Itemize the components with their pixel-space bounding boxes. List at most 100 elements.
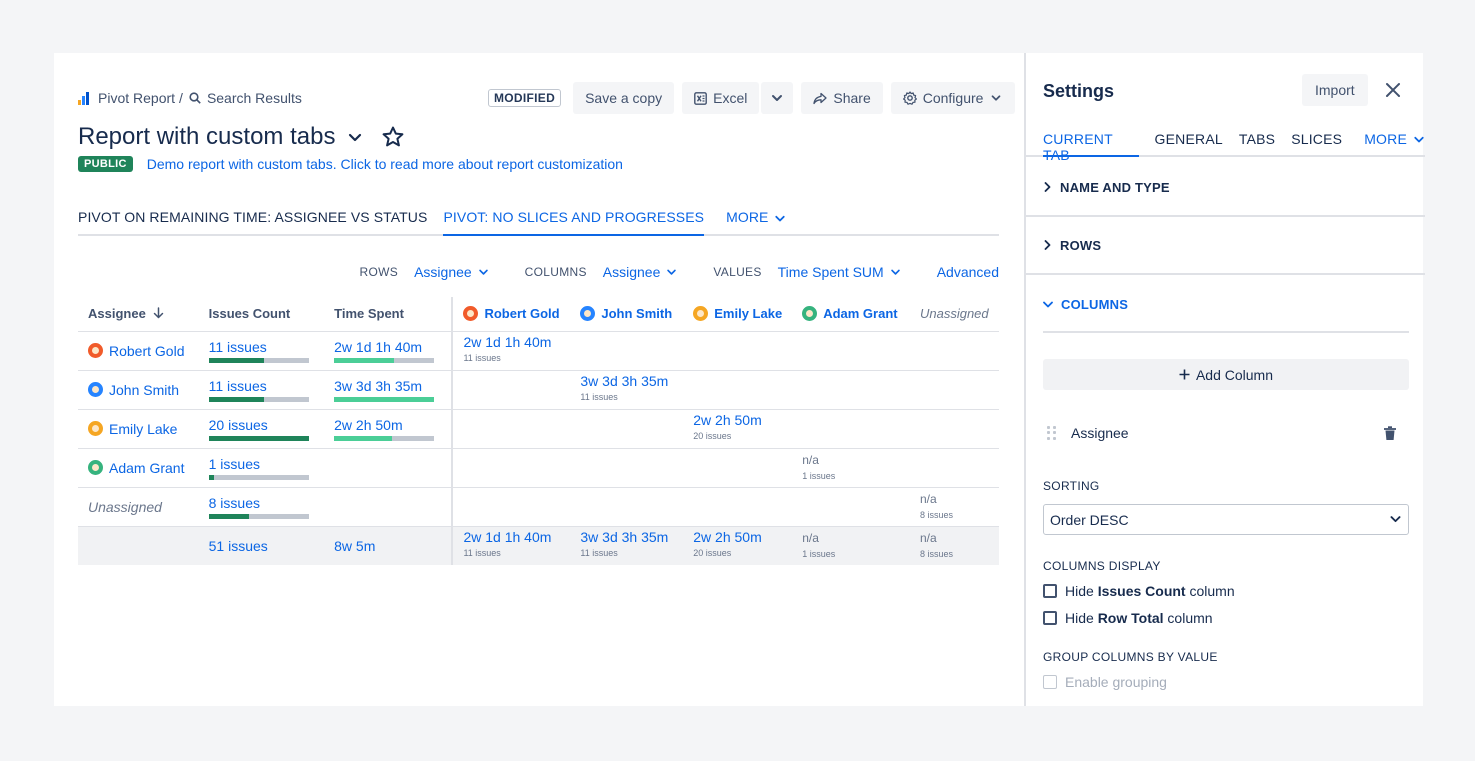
- time-spent-column-header[interactable]: Time Spent: [324, 297, 454, 332]
- row-header-cell[interactable]: John Smith: [78, 370, 199, 410]
- time-spent-link[interactable]: 3w 3d 3h 35m: [334, 378, 422, 394]
- cell-value: 2w 2h 50m: [693, 529, 762, 546]
- columns-config-select[interactable]: Assignee: [603, 264, 678, 280]
- enable-grouping-checkbox[interactable]: Enable grouping: [1043, 674, 1167, 690]
- hide-row-total-checkbox[interactable]: Hide Row Total column: [1043, 610, 1213, 626]
- progress-fill: [334, 435, 393, 441]
- total-value-cell[interactable]: 3w 3d 3h 35m 11 issues: [570, 526, 684, 565]
- save-copy-button[interactable]: Save a copy: [573, 82, 675, 114]
- pivot-table: Assignee Issues Count Time Spent Robert …: [78, 297, 999, 565]
- tab-general[interactable]: GENERAL: [1155, 131, 1223, 157]
- column-header-unassigned[interactable]: Unassigned: [909, 297, 999, 332]
- row-name: Adam Grant: [109, 459, 185, 476]
- empty-cell: [452, 487, 571, 527]
- trash-icon[interactable]: [1383, 425, 1397, 441]
- value-cell[interactable]: n/a 1 issues: [792, 448, 910, 488]
- breadcrumb-root[interactable]: Pivot Report: [98, 90, 175, 106]
- column-header-label: Emily Lake: [714, 306, 783, 322]
- issues-progress-bar: [208, 396, 309, 402]
- value-cell[interactable]: 3w 3d 3h 35m 11 issues: [570, 370, 684, 410]
- issues-count-column-header[interactable]: Issues Count: [198, 297, 325, 332]
- checkbox-box[interactable]: [1043, 675, 1057, 689]
- time-spent-link[interactable]: 2w 1d 1h 40m: [334, 339, 422, 355]
- tab-tabs[interactable]: TABS: [1239, 131, 1275, 157]
- settings-title: Settings: [1043, 81, 1115, 101]
- drag-handle-icon[interactable]: [1047, 426, 1057, 440]
- tab-current-tab[interactable]: CURRENT TAB: [1043, 131, 1139, 163]
- total-value-cell[interactable]: 2w 2h 50m 20 issues: [683, 526, 793, 565]
- excel-dropdown-button[interactable]: [761, 82, 794, 114]
- column-item-assignee: Assignee: [1043, 421, 1409, 445]
- share-button[interactable]: Share: [801, 82, 883, 114]
- total-value-cell[interactable]: n/a 8 issues: [909, 526, 999, 565]
- total-label-cell: [78, 526, 199, 565]
- issues-count-link[interactable]: 1 issues: [209, 456, 260, 472]
- section-rows[interactable]: ROWS: [1026, 217, 1425, 275]
- values-config-label: VALUES: [713, 265, 762, 279]
- row-name: Robert Gold: [109, 342, 185, 359]
- total-time-link[interactable]: 8w 5m: [334, 538, 375, 554]
- empty-cell: [452, 370, 571, 410]
- cell-count: 8 issues: [919, 509, 954, 520]
- empty-cell: [570, 448, 684, 488]
- table-row: Emily Lake 20 issues 2w 2h 50m 2w 2h 50m…: [78, 409, 999, 449]
- hide-issues-count-checkbox[interactable]: Hide Issues Count column: [1043, 583, 1235, 599]
- configure-label: Configure: [922, 90, 984, 106]
- section-columns[interactable]: COLUMNS: [1026, 275, 1425, 333]
- tab-remaining-time[interactable]: PIVOT ON REMAINING TIME: ASSIGNEE VS STA…: [78, 206, 427, 236]
- column-header-robert-gold[interactable]: Robert Gold: [452, 297, 571, 332]
- plus-icon: [1179, 369, 1190, 380]
- total-value-cell[interactable]: 2w 1d 1h 40m 11 issues: [452, 526, 571, 565]
- row-header-cell[interactable]: Robert Gold: [78, 331, 199, 371]
- issues-count-link[interactable]: 20 issues: [209, 417, 268, 433]
- assignee-column-header[interactable]: Assignee: [78, 297, 199, 332]
- excel-button[interactable]: Excel: [682, 82, 760, 114]
- row-header-cell[interactable]: Unassigned: [78, 487, 199, 527]
- cell-value: 2w 1d 1h 40m: [463, 334, 552, 350]
- column-header-john-smith[interactable]: John Smith: [570, 297, 684, 332]
- rows-config-select[interactable]: Assignee: [414, 264, 489, 280]
- issues-count-link[interactable]: 8 issues: [209, 495, 260, 511]
- time-progress-bar: [334, 357, 435, 363]
- column-header-adam-grant[interactable]: Adam Grant: [792, 297, 910, 332]
- close-icon[interactable]: [1384, 81, 1402, 99]
- empty-cell: [909, 370, 999, 410]
- report-description-link[interactable]: Demo report with custom tabs. Click to r…: [147, 156, 623, 172]
- time-spent-link[interactable]: 2w 2h 50m: [334, 417, 402, 433]
- import-button[interactable]: Import: [1302, 74, 1368, 106]
- issues-count-link[interactable]: 11 issues: [209, 339, 267, 355]
- tab-more[interactable]: MORE: [726, 206, 786, 236]
- row-header-cell[interactable]: Emily Lake: [78, 409, 199, 449]
- value-cell[interactable]: 2w 2h 50m 20 issues: [683, 409, 793, 449]
- values-config-select[interactable]: Time Spent SUM: [778, 264, 901, 280]
- issues-count-link[interactable]: 11 issues: [209, 378, 267, 394]
- checkbox-box[interactable]: [1043, 611, 1057, 625]
- total-value-cell[interactable]: n/a 1 issues: [792, 526, 910, 565]
- cell-value: n/a: [919, 530, 937, 545]
- sorting-select[interactable]: Order DESC: [1043, 504, 1409, 535]
- tab-no-slices[interactable]: PIVOT: NO SLICES AND PROGRESSES: [443, 206, 705, 236]
- table-row: Adam Grant 1 issues n/a 1 issues: [78, 448, 999, 488]
- configure-button[interactable]: Configure: [890, 82, 1016, 114]
- add-column-label: Add Column: [1195, 366, 1274, 383]
- title-chevron-down-icon[interactable]: [347, 129, 363, 145]
- breadcrumb-current[interactable]: Search Results: [207, 90, 302, 106]
- issues-count-cell: 20 issues: [198, 409, 325, 449]
- add-column-button[interactable]: Add Column: [1043, 359, 1409, 390]
- column-header-label: Robert Gold: [484, 306, 560, 322]
- tab-slices[interactable]: SLICES: [1291, 131, 1342, 157]
- star-icon[interactable]: [381, 125, 405, 149]
- value-cell[interactable]: 2w 1d 1h 40m 11 issues: [452, 331, 571, 371]
- advanced-link[interactable]: Advanced: [937, 264, 999, 280]
- label-bold: Issues Count: [1097, 583, 1186, 599]
- empty-cell: [792, 331, 910, 371]
- cell-value: 3w 3d 3h 35m: [580, 373, 669, 389]
- column-header-emily-lake[interactable]: Emily Lake: [683, 297, 793, 332]
- section-name-and-type[interactable]: NAME AND TYPE: [1026, 159, 1425, 217]
- row-header-cell[interactable]: Adam Grant: [78, 448, 199, 488]
- checkbox-box[interactable]: [1043, 584, 1057, 598]
- empty-cell: [570, 487, 684, 527]
- value-cell[interactable]: n/a 8 issues: [909, 487, 999, 527]
- total-issues-link[interactable]: 51 issues: [209, 538, 268, 554]
- tab-settings-more[interactable]: MORE: [1364, 131, 1425, 157]
